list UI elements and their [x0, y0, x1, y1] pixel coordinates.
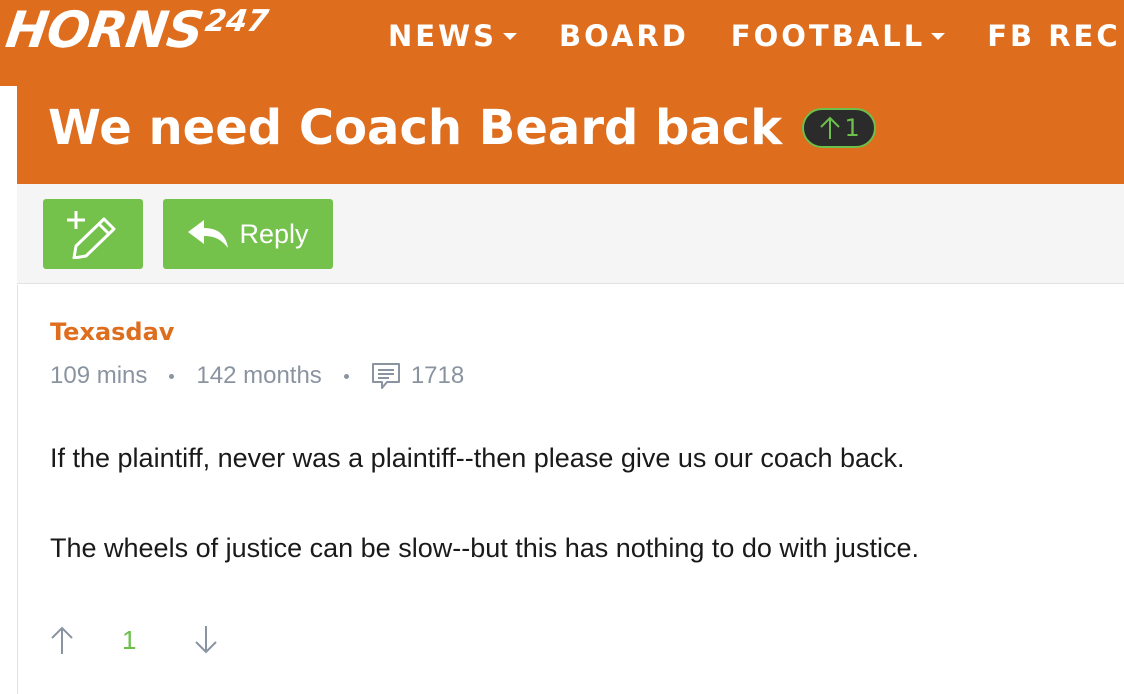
- post-paragraph: If the plaintiff, never was a plaintiff-…: [50, 443, 905, 473]
- member-age: 142 months: [196, 362, 322, 389]
- logo-superscript: 247: [203, 4, 271, 39]
- comment-icon: [371, 362, 401, 390]
- separator-dot: [343, 373, 349, 379]
- post-time-ago: 109 mins: [50, 362, 148, 389]
- upvote-button[interactable]: [50, 625, 74, 655]
- separator-dot: [169, 373, 175, 379]
- post-votes: 1: [50, 620, 218, 660]
- main-nav: NEWS BOARD FOOTBALL FB REC: [388, 14, 1124, 58]
- thread-title: We need Coach Beard back 1: [48, 100, 877, 156]
- post-body: If the plaintiff, never was a plaintiff-…: [50, 440, 1110, 620]
- post-author[interactable]: Texasdav: [50, 318, 174, 346]
- post-card: Texasdav 109 mins 142 months 1718 If the…: [17, 285, 1124, 694]
- thread-header: We need Coach Beard back 1: [17, 86, 1124, 184]
- nav-item-news[interactable]: NEWS: [388, 19, 517, 53]
- arrow-up-icon: [819, 116, 840, 139]
- nav-item-football[interactable]: FOOTBALL: [730, 19, 946, 53]
- thread-toolbar: Reply: [17, 184, 1124, 284]
- nav-item-label: BOARD: [558, 19, 689, 53]
- arrow-up-icon: [51, 626, 73, 654]
- reply-arrow-icon: [188, 220, 229, 248]
- reply-button[interactable]: Reply: [163, 199, 333, 269]
- downvote-button[interactable]: [194, 625, 218, 655]
- new-thread-button[interactable]: [43, 199, 143, 269]
- chevron-down-icon: [931, 32, 946, 40]
- thread-title-text: We need Coach Beard back: [48, 100, 783, 156]
- left-gutter: [0, 86, 17, 694]
- thread-vote-badge: 1: [802, 108, 877, 148]
- post-vote-count: 1: [122, 624, 137, 655]
- thread-vote-count: 1: [844, 114, 860, 142]
- nav-item-label: FB REC: [987, 19, 1121, 53]
- top-nav-bar: HORNS247 NEWS BOARD FOOTBALL FB REC: [0, 0, 1124, 86]
- reply-label: Reply: [239, 218, 309, 249]
- pencil-plus-icon: [67, 211, 116, 259]
- logo-text: HORNS: [2, 1, 207, 59]
- post-paragraph: The wheels of justice can be slow--but t…: [50, 533, 919, 563]
- nav-item-fb-rec[interactable]: FB REC: [987, 19, 1124, 53]
- nav-item-label: FOOTBALL: [730, 19, 926, 53]
- site-logo[interactable]: HORNS247: [2, 1, 271, 64]
- post-meta: 109 mins 142 months 1718: [50, 361, 464, 391]
- chevron-down-icon: [502, 32, 517, 40]
- arrow-down-icon: [195, 626, 218, 654]
- author-post-count: 1718: [410, 362, 465, 389]
- nav-item-label: NEWS: [388, 19, 497, 53]
- nav-item-board[interactable]: BOARD: [559, 19, 689, 53]
